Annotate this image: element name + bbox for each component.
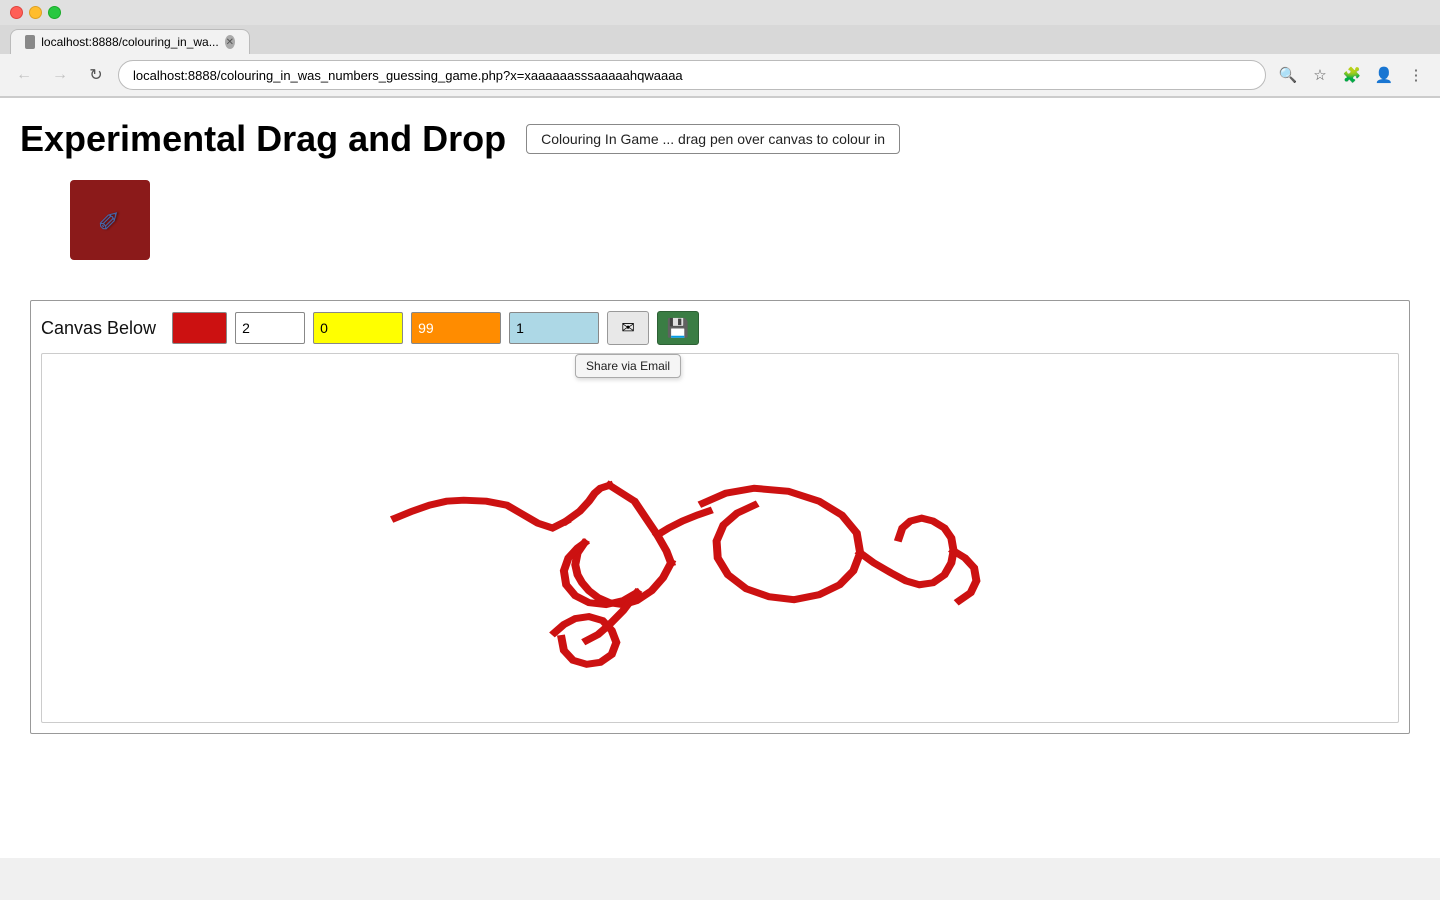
canvas-label: Canvas Below [41, 318, 156, 339]
tab-favicon [25, 35, 35, 49]
number-input-4[interactable] [509, 312, 599, 344]
forward-button[interactable]: → [46, 61, 74, 89]
share-icon: ✉ [621, 318, 634, 338]
close-button[interactable] [10, 6, 23, 19]
forward-icon: → [52, 66, 68, 84]
minimize-button[interactable] [29, 6, 42, 19]
number-input-1[interactable] [235, 312, 305, 344]
share-email-button[interactable]: ✉ Share via Email [607, 311, 649, 345]
browser-chrome: localhost:8888/colouring_in_wa... ✕ ← → … [0, 0, 1440, 98]
menu-button[interactable]: ⋮ [1402, 61, 1430, 89]
page-content: Experimental Drag and Drop Colouring In … [0, 98, 1440, 858]
game-badge[interactable]: Colouring In Game ... drag pen over canv… [526, 124, 900, 154]
profile-button[interactable]: 👤 [1370, 61, 1398, 89]
active-tab[interactable]: localhost:8888/colouring_in_wa... ✕ [10, 29, 250, 54]
page-title: Experimental Drag and Drop [20, 118, 506, 160]
zoom-button[interactable]: 🔍 [1274, 61, 1302, 89]
nav-bar: ← → ↻ 🔍 ☆ 🧩 👤 ⋮ [0, 54, 1440, 97]
refresh-icon: ↻ [89, 65, 102, 85]
back-icon: ← [16, 66, 32, 84]
traffic-lights [10, 6, 61, 19]
page-header: Experimental Drag and Drop Colouring In … [20, 118, 1420, 160]
refresh-button[interactable]: ↻ [82, 61, 110, 89]
tab-bar: localhost:8888/colouring_in_wa... ✕ [0, 25, 1440, 54]
pen-draggable[interactable]: ✏ [70, 180, 150, 260]
save-button[interactable]: 💾 [657, 311, 699, 345]
tab-title: localhost:8888/colouring_in_wa... [41, 35, 218, 49]
extensions-button[interactable]: 🧩 [1338, 61, 1366, 89]
drawing-canvas[interactable] [41, 353, 1399, 723]
address-bar[interactable] [118, 60, 1266, 90]
tab-close-button[interactable]: ✕ [225, 35, 235, 49]
canvas-controls: Canvas Below ✉ Share via Email 💾 [41, 311, 1399, 345]
save-icon: 💾 [667, 318, 689, 339]
maximize-button[interactable] [48, 6, 61, 19]
color-picker[interactable] [172, 312, 227, 344]
canvas-svg [42, 354, 1398, 722]
pen-icon: ✏ [90, 200, 130, 240]
number-input-3[interactable] [411, 312, 501, 344]
number-input-2[interactable] [313, 312, 403, 344]
pen-container: ✏ [70, 180, 160, 270]
canvas-section: Canvas Below ✉ Share via Email 💾 [30, 300, 1410, 734]
nav-icons: 🔍 ☆ 🧩 👤 ⋮ [1274, 61, 1430, 89]
back-button[interactable]: ← [10, 61, 38, 89]
bookmark-button[interactable]: ☆ [1306, 61, 1334, 89]
share-tooltip: Share via Email [575, 354, 681, 378]
title-bar [0, 0, 1440, 25]
